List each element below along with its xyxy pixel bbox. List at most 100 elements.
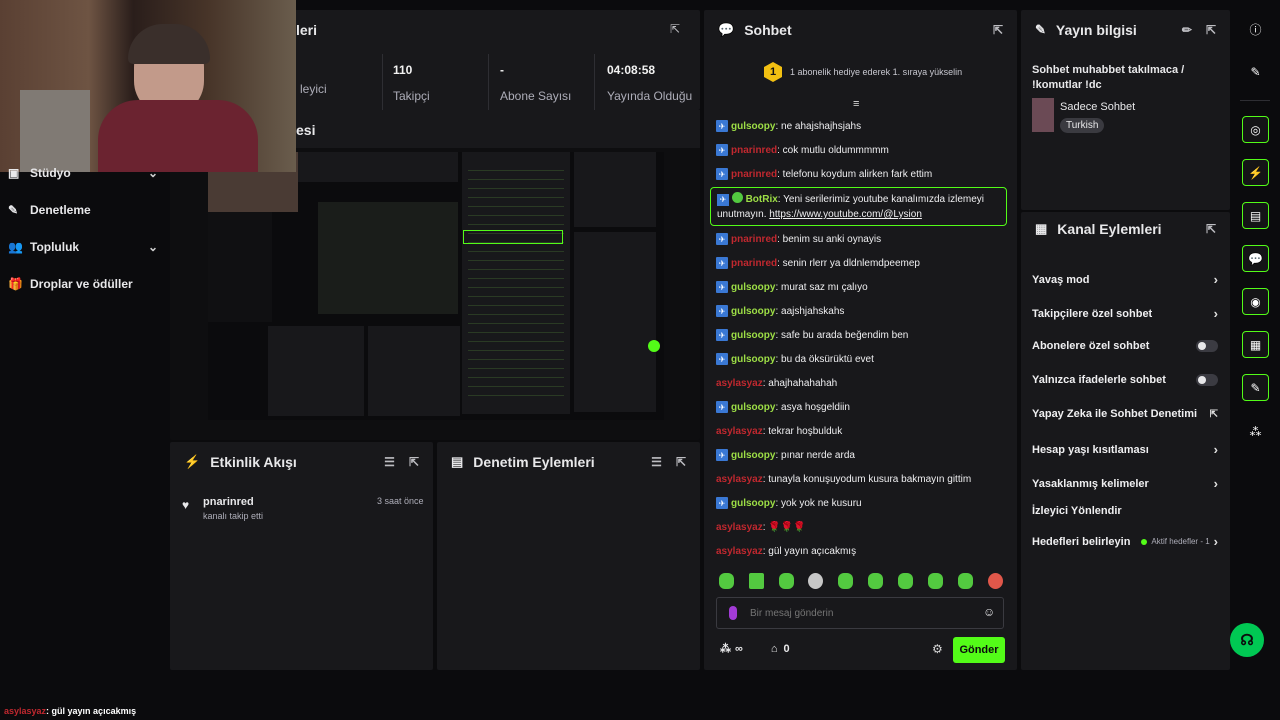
chat-message[interactable]: ✈ gulsoopy: yok yok ne kusuru [716,496,862,510]
emote-icon[interactable] [719,573,734,589]
bot-link[interactable]: https://www.youtube.com/@Lysion [769,209,922,220]
support-headset-icon[interactable]: ☊ [1230,623,1264,657]
activity-title: Etkinlik Akışı [210,454,297,470]
chat-message[interactable]: ✈ gulsoopy: bu da öksürüktü evet [716,352,874,366]
moderator-badge-icon: ✈ [716,401,728,413]
action-slow-mode[interactable]: Yavaş mod › [1032,272,1218,287]
chat-message[interactable]: ✈ gulsoopy: asya hoşgeldiin [716,400,850,414]
chat-message[interactable]: asylasyaz: tunayla konuşuyodum kusura ba… [716,472,971,486]
emote-icon[interactable] [928,573,943,589]
popout-icon[interactable]: ⇱ [1206,23,1216,37]
emote-icon[interactable] [868,573,883,589]
settings-icon[interactable]: ⚙ [932,642,943,656]
chat-message[interactable]: ✈ gulsoopy: murat saz mı çalıyo [716,280,868,294]
chat-bubble-icon[interactable]: 💬 [1242,245,1269,272]
chat-message[interactable]: asylasyaz: tekrar hoşbulduk [716,424,842,438]
action-raid[interactable]: İzleyici Yönlendir [1032,505,1218,517]
document-icon[interactable]: ▤ [1242,202,1269,229]
action-followers-only[interactable]: Takipçilere özel sohbet › [1032,306,1218,321]
scroll-to-bottom-icon[interactable]: ≡ [853,98,859,110]
pinned-text: 1 abonelik hediye ederek 1. sıraya yükse… [790,67,963,77]
stream-video[interactable] [208,152,664,420]
emotes-only-toggle[interactable] [1196,374,1218,386]
broadcast-icon[interactable]: ◉ [1242,288,1269,315]
action-banned-words[interactable]: Yasaklanmış kelimeler › [1032,476,1218,491]
pinned-gift-banner[interactable]: 1 1 abonelik hediye ederek 1. sıraya yük… [764,62,962,82]
webcam-overlay [0,0,296,172]
rank-badge-icon: 1 [764,62,782,82]
chat-message[interactable]: ✈ gulsoopy: aajshjahskahs [716,304,844,318]
event-action: kanalı takip etti [203,511,264,521]
chat-message[interactable]: asylasyaz: gül yayın açıcakmış [716,544,856,558]
chat-message[interactable]: ✈ gulsoopy: safe bu arada beğendim ben [716,328,908,342]
sidebar-item-label: Stüdyo [30,166,71,180]
language-tag[interactable]: Turkish [1060,118,1105,133]
emote-icon[interactable] [808,573,823,589]
emote-icon[interactable] [958,573,973,589]
category-name[interactable]: Sadece Sohbet [1060,101,1135,113]
popout-icon[interactable]: ⇱ [670,22,680,36]
chat-title: Sohbet [744,22,792,38]
emote-icon[interactable] [988,573,1003,589]
popout-icon[interactable]: ⇱ [676,455,686,469]
popout-icon[interactable]: ⇱ [993,23,1003,37]
stat-subscribers: - Abone Sayısı [500,63,572,103]
chat-message[interactable]: ✈ pnarinred: telefonu koydum alirken fark… [716,167,932,181]
info-icon[interactable]: ⓘ [1242,16,1269,43]
stat-followers: 110 Takipçi [393,63,430,103]
preview-title: esi [296,122,316,138]
popout-icon[interactable]: ⇱ [409,455,419,469]
stat-viewers: leyici [300,82,327,96]
action-goals[interactable]: Hedefleri belirleyin Aktif hedefler - 1 … [1032,534,1218,549]
moderator-badge-icon: ✈ [716,497,728,509]
stream-info-panel: ✎ Yayın bilgisi ✏ ⇱ Sohbet muhabbet takı… [1021,10,1230,210]
action-subscribers-only[interactable]: Abonelere özel sohbet [1032,340,1218,352]
sidebar-item-community[interactable]: 👥 Topluluk ⌄ [8,240,158,254]
edit-icon[interactable]: ✏ [1182,23,1192,37]
chat-message[interactable]: asylasyaz: 🌹🌹🌹 [716,520,806,534]
sidebar-item-studio[interactable]: ▣ Stüdyo ⌄ [8,166,158,180]
action-ai-moderation[interactable]: Yapay Zeka ile Sohbet Denetimi ⇱ [1032,408,1218,420]
chat-input[interactable] [750,604,970,622]
moderator-badge-icon: ✈ [716,120,728,132]
building-icon[interactable]: ▦ [1242,331,1269,358]
wrench-icon: ✎ [8,203,19,217]
microphone-icon[interactable] [729,606,737,620]
filter-icon[interactable]: ☰ [384,455,395,469]
emoji-icon[interactable]: ☺ [983,605,995,619]
chat-message[interactable]: ✈ gulsoopy: ne ahajshajhsjahs [716,119,861,133]
community-points-icon[interactable]: ⁂ [1242,418,1269,445]
store-icon[interactable]: ⌂ [771,643,778,655]
action-account-age[interactable]: Hesap yaşı kısıtlaması › [1032,442,1218,457]
chevron-right-icon: › [1213,272,1218,287]
sidebar-item-moderation[interactable]: ✎ Denetleme [8,203,158,217]
stream-info-title: Yayın bilgisi [1055,22,1137,38]
chat-input-box[interactable]: ☺ [716,597,1004,629]
chat-message[interactable]: ✈ pnarinred: senin rlerr ya dldnlemdpeeme… [716,256,920,270]
emote-icon[interactable] [749,573,764,589]
popout-icon[interactable]: ⇱ [1206,222,1216,236]
moderation-title: Denetim Eylemleri [473,454,595,470]
moderator-badge-icon: ✈ [716,144,728,156]
action-emotes-only[interactable]: Yalnızca ifadelerle sohbet [1032,374,1218,386]
emote-icon[interactable] [779,573,794,589]
edit-layout-icon[interactable]: ✎ [1242,58,1269,85]
moderation-actions-panel: ▤ Denetim Eylemleri ☰ ⇱ [437,442,700,670]
community-points-icon[interactable]: ⁂ [720,642,731,655]
event-user[interactable]: pnarinred [203,496,254,508]
bot-message[interactable]: ✈ BotRix: Yeni serilerimiz youtube kanal… [710,187,1007,226]
chat-message[interactable]: ✈ pnarinred: cok mutlu oldummmmm [716,143,889,157]
emote-icon[interactable] [838,573,853,589]
chat-message[interactable]: ✈ pnarinred: benim su anki oynayis [716,232,881,246]
bolt-icon[interactable]: ⚡ [1242,159,1269,186]
sidebar-item-drops[interactable]: 🎁 Droplar ve ödüller [8,277,158,291]
camera-icon[interactable]: ◎ [1242,116,1269,143]
filter-icon[interactable]: ☰ [651,455,662,469]
bolt-icon: ⚡ [184,454,201,469]
send-button[interactable]: Gönder [953,637,1005,663]
wrench-icon[interactable]: ✎ [1242,374,1269,401]
chat-message[interactable]: ✈ gulsoopy: pınar nerde arda [716,448,855,462]
emote-icon[interactable] [898,573,913,589]
subscribers-only-toggle[interactable] [1196,340,1218,352]
chat-message[interactable]: asylasyaz: ahajhahahahah [716,376,837,390]
